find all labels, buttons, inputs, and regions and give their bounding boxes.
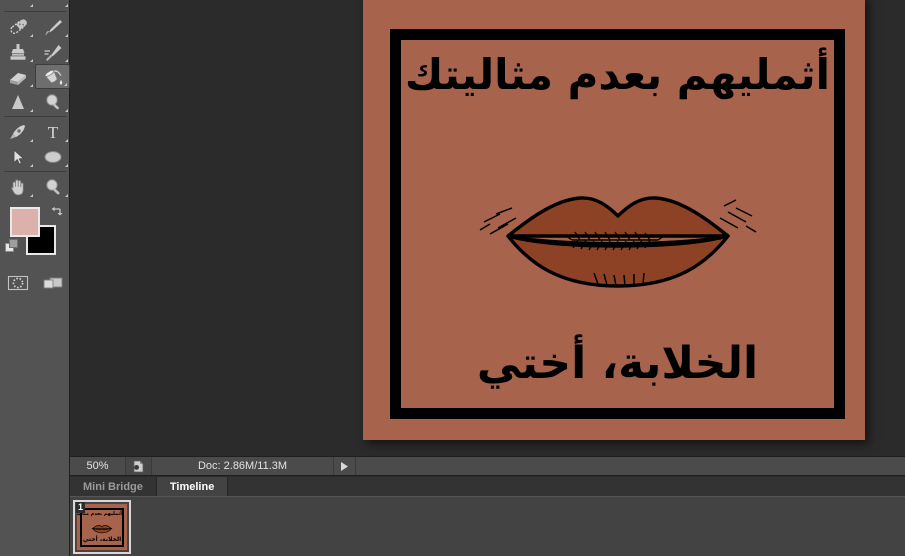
- flyout-triangle-icon: [65, 4, 68, 7]
- flyout-triangle-icon: [65, 109, 68, 112]
- flyout-triangle-icon: [65, 164, 68, 167]
- tool-row-1: [0, 14, 70, 39]
- screen-mode-icon: [43, 277, 62, 289]
- tool-divider: [4, 116, 66, 117]
- image-canvas[interactable]: أثمليهم بعدم مثاليتك الخلابة، أختي: [363, 0, 865, 440]
- flyout-triangle-icon: [65, 34, 68, 37]
- tool-zoom[interactable]: [35, 174, 70, 199]
- canvas-shadow: أثمليهم بعدم مثاليتك الخلابة، أختي: [363, 0, 865, 440]
- tool-path-selection[interactable]: [0, 144, 35, 169]
- tool-row-7: [0, 174, 70, 199]
- flyout-triangle-icon: [30, 164, 33, 167]
- tool-row-cutoff: [0, 0, 70, 9]
- panel-tab-bar: Mini Bridge Timeline: [70, 477, 905, 496]
- tool-row-2: [0, 39, 70, 64]
- mode-row: [0, 271, 70, 295]
- eraser-icon: [9, 72, 26, 85]
- document-info-label: Doc: 2.86M/11.3M: [152, 457, 334, 475]
- ellipse-icon: [44, 150, 61, 163]
- status-bar: 50% Doc: 2.86M/11.3M: [70, 456, 905, 476]
- svg-text:T: T: [47, 123, 58, 142]
- tool-lasso[interactable]: [0, 0, 35, 9]
- hand-icon: [10, 179, 24, 195]
- tool-divider: [4, 11, 66, 12]
- tool-blur[interactable]: [0, 89, 35, 114]
- flyout-triangle-icon: [30, 84, 33, 87]
- lips-illustration: [479, 196, 756, 288]
- tool-crop[interactable]: [35, 0, 70, 9]
- play-arrow-icon: [341, 461, 348, 471]
- flyout-triangle-icon: [30, 194, 33, 197]
- paint-bucket-icon: [44, 69, 62, 84]
- history-brush-icon: [44, 44, 61, 61]
- healing-brush-icon: [9, 18, 27, 34]
- color-swatch-area: [0, 203, 70, 265]
- tool-type[interactable]: T: [35, 119, 70, 144]
- type-icon: T: [47, 123, 58, 142]
- tool-paint-bucket[interactable]: [35, 64, 70, 89]
- flyout-triangle-icon: [65, 59, 68, 62]
- zoom-level-field[interactable]: 50%: [70, 457, 126, 475]
- brush-icon: [44, 19, 62, 35]
- flyout-triangle-icon: [65, 139, 68, 142]
- tool-pen[interactable]: [0, 119, 35, 144]
- tab-timeline[interactable]: Timeline: [156, 477, 229, 496]
- default-colors-icon[interactable]: [5, 239, 20, 254]
- document-icon-button[interactable]: [126, 457, 152, 475]
- tool-dodge[interactable]: [35, 89, 70, 114]
- artwork-text-bottom: الخلابة، أختي: [476, 338, 759, 389]
- flyout-triangle-icon: [65, 194, 68, 197]
- tool-healing-brush[interactable]: [0, 14, 35, 39]
- status-bar-filler: [356, 457, 905, 475]
- timeline-frame[interactable]: 1 أثمليهم بعدم مثاليتك الخلابة، أختي: [73, 500, 131, 554]
- tool-hand[interactable]: [0, 174, 35, 199]
- document-icon: [133, 460, 144, 472]
- frame-thumbnail-text-bottom: الخلابة، أختي: [82, 536, 122, 543]
- tool-clone-stamp[interactable]: [0, 39, 35, 64]
- lips-illustration-wrap: [401, 160, 834, 310]
- magnifier-icon: [45, 178, 60, 194]
- flyout-triangle-icon: [30, 34, 33, 37]
- flyout-triangle-icon: [30, 109, 33, 112]
- clone-stamp-icon: [10, 43, 25, 60]
- flyout-triangle-icon: [30, 139, 33, 142]
- tool-row-6: [0, 144, 70, 169]
- artwork-frame: أثمليهم بعدم مثاليتك الخلابة، أختي: [390, 29, 845, 419]
- tool-history-brush[interactable]: [35, 39, 70, 64]
- tool-row-4: [0, 89, 70, 114]
- swap-colors-icon[interactable]: [49, 205, 65, 219]
- quick-mask-icon: [7, 275, 28, 291]
- dodge-icon: [45, 93, 59, 109]
- quick-mask-button[interactable]: [0, 271, 35, 295]
- timeline-panel[interactable]: 1 أثمليهم بعدم مثاليتك الخلابة، أختي: [70, 496, 905, 556]
- status-expand-button[interactable]: [334, 457, 356, 475]
- photoshop-window: T أثمليهم بعدم مثاليتك الخلابة، أختي 50%…: [0, 0, 905, 556]
- frame-thumbnail-border: أثمليهم بعدم مثاليتك الخلابة، أختي: [76, 508, 124, 547]
- flyout-triangle-icon: [30, 4, 33, 7]
- tool-row-3: [0, 64, 70, 89]
- pen-icon: [9, 124, 25, 139]
- document-workspace[interactable]: أثمليهم بعدم مثاليتك الخلابة، أختي: [70, 0, 905, 456]
- tool-grid: T: [0, 0, 70, 295]
- frame-number: 1: [76, 502, 86, 513]
- arrow-cursor-icon: [13, 149, 24, 165]
- tools-panel: T: [0, 0, 70, 556]
- frame-strip: 1 أثمليهم بعدم مثاليتك الخلابة، أختي: [73, 500, 131, 554]
- artwork-text-top: أثمليهم بعدم مثاليتك: [404, 50, 831, 99]
- tool-divider: [4, 171, 66, 172]
- flyout-triangle-icon: [64, 83, 67, 86]
- tool-brush[interactable]: [35, 14, 70, 39]
- foreground-color-swatch[interactable]: [10, 207, 40, 237]
- tool-row-5: T: [0, 119, 70, 144]
- tool-eraser[interactable]: [0, 64, 35, 89]
- tool-ellipse[interactable]: [35, 144, 70, 169]
- blur-cone-icon: [11, 94, 24, 109]
- frame-thumbnail-text-top: أثمليهم بعدم مثاليتك: [76, 511, 122, 517]
- flyout-triangle-icon: [30, 59, 33, 62]
- tab-mini-bridge[interactable]: Mini Bridge: [70, 477, 157, 496]
- frame-thumbnail-lips: [91, 524, 113, 534]
- screen-mode-button[interactable]: [35, 271, 70, 295]
